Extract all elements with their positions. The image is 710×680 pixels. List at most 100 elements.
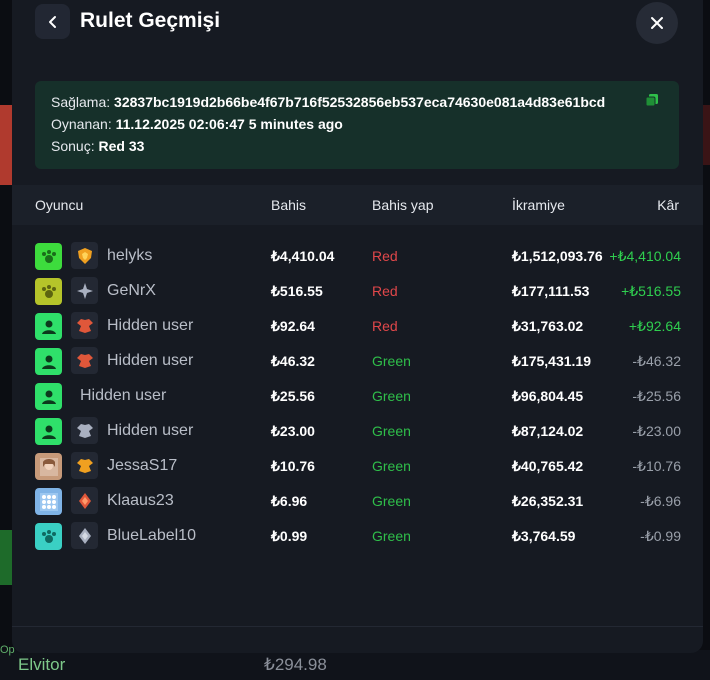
hash-label: Sağlama: bbox=[51, 94, 111, 110]
rank-badge bbox=[71, 417, 98, 444]
hash-value: 32837bc1919d2b66be4f67b716f52532856eb537… bbox=[114, 94, 606, 110]
profit-amount: -₺23.00 bbox=[632, 423, 681, 439]
table-row: Hidden user ₺25.56 Green ₺96,804.45 -₺25… bbox=[12, 378, 703, 413]
avatar[interactable] bbox=[35, 488, 62, 515]
rank-badge bbox=[71, 452, 98, 479]
prize-amount: ₺175,431.19 bbox=[512, 353, 591, 369]
username[interactable]: Hidden user bbox=[107, 422, 193, 440]
background-red-strip bbox=[0, 105, 12, 185]
avatar[interactable] bbox=[35, 243, 62, 270]
bet-amount: ₺25.56 bbox=[271, 388, 315, 404]
username[interactable]: helyks bbox=[107, 247, 152, 265]
copy-icon[interactable] bbox=[645, 93, 659, 107]
profit-amount: -₺6.96 bbox=[640, 493, 681, 509]
table-row: helyks ₺4,410.04 Red ₺1,512,093.76 +₺4,4… bbox=[12, 238, 703, 273]
bet-amount: ₺10.76 bbox=[271, 458, 315, 474]
bet-amount: ₺0.99 bbox=[271, 528, 308, 544]
prize-amount: ₺87,124.02 bbox=[512, 423, 584, 439]
bet-amount: ₺6.96 bbox=[271, 493, 308, 509]
username[interactable]: Hidden user bbox=[80, 387, 166, 405]
username[interactable]: BlueLabel10 bbox=[107, 527, 196, 545]
profit-amount: -₺10.76 bbox=[632, 458, 681, 474]
red-wing-icon bbox=[76, 318, 93, 333]
result-value: Red 33 bbox=[98, 138, 145, 154]
prize-amount: ₺3,764.59 bbox=[512, 528, 576, 544]
avatar[interactable] bbox=[35, 348, 62, 375]
username[interactable]: Hidden user bbox=[107, 317, 193, 335]
prize-amount: ₺26,352.31 bbox=[512, 493, 584, 509]
table-row: JessaS17 ₺10.76 Green ₺40,765.42 -₺10.76 bbox=[12, 448, 703, 483]
bet-choice: Green bbox=[372, 353, 411, 369]
prize-amount: ₺40,765.42 bbox=[512, 458, 584, 474]
modal-title: Rulet Geçmişi bbox=[80, 9, 221, 32]
background-amount: ₺294.98 bbox=[264, 655, 327, 674]
silver-wing-icon bbox=[76, 423, 93, 438]
paw-icon bbox=[41, 529, 56, 543]
close-button[interactable] bbox=[636, 2, 678, 44]
rank-badge bbox=[71, 347, 98, 374]
silver-star-icon bbox=[76, 282, 93, 299]
back-button[interactable] bbox=[35, 4, 70, 39]
bet-amount: ₺46.32 bbox=[271, 353, 315, 369]
result-row: Sonuç: Red 33 bbox=[51, 135, 663, 157]
avatar[interactable] bbox=[35, 418, 62, 445]
header-choice: Bahis yap bbox=[372, 197, 434, 213]
bet-amount: ₺4,410.04 bbox=[271, 248, 335, 264]
hidden-user-icon bbox=[41, 425, 56, 439]
played-row: Oynanan: 11.12.2025 02:06:47 5 minutes a… bbox=[51, 113, 663, 135]
bet-choice: Green bbox=[372, 423, 411, 439]
table-row: Hidden user ₺92.64 Red ₺31,763.02 +₺92.6… bbox=[12, 308, 703, 343]
table-row: BlueLabel10 ₺0.99 Green ₺3,764.59 -₺0.99 bbox=[12, 518, 703, 553]
bet-amount: ₺23.00 bbox=[271, 423, 315, 439]
avatar[interactable] bbox=[35, 313, 62, 340]
profit-amount: +₺4,410.04 bbox=[609, 248, 681, 264]
profit-amount: -₺25.56 bbox=[632, 388, 681, 404]
pattern-avatar-icon bbox=[39, 492, 58, 511]
bet-choice: Red bbox=[372, 283, 398, 299]
chevron-left-icon bbox=[48, 15, 56, 28]
avatar[interactable] bbox=[35, 278, 62, 305]
username[interactable]: JessaS17 bbox=[107, 457, 177, 475]
hash-row: Sağlama: 32837bc1919d2b66be4f67b716f5253… bbox=[51, 91, 663, 113]
bet-choice: Green bbox=[372, 388, 411, 404]
rank-badge bbox=[71, 277, 98, 304]
username[interactable]: Klaaus23 bbox=[107, 492, 174, 510]
avatar[interactable] bbox=[35, 383, 62, 410]
paw-icon bbox=[41, 249, 56, 263]
paw-icon bbox=[41, 284, 56, 298]
username[interactable]: GeNrX bbox=[107, 282, 156, 300]
hidden-user-icon bbox=[41, 320, 56, 334]
bet-choice: Green bbox=[372, 493, 411, 509]
profit-amount: +₺92.64 bbox=[628, 318, 681, 334]
table-row: GeNrX ₺516.55 Red ₺177,111.53 +₺516.55 bbox=[12, 273, 703, 308]
roulette-history-modal: Rulet Geçmişi Sağlama: 32837bc1919d2b66b… bbox=[12, 0, 703, 653]
prize-amount: ₺96,804.45 bbox=[512, 388, 584, 404]
bet-choice: Red bbox=[372, 318, 398, 334]
profit-amount: -₺0.99 bbox=[640, 528, 681, 544]
rank-badge bbox=[71, 242, 98, 269]
rank-badge bbox=[71, 522, 98, 549]
bet-choice: Red bbox=[372, 248, 398, 264]
red-diamond-icon bbox=[78, 492, 91, 509]
header-bet: Bahis bbox=[271, 197, 307, 213]
prize-amount: ₺177,111.53 bbox=[512, 283, 590, 299]
table-header: Oyuncu Bahis Bahis yap İkramiye Kâr bbox=[12, 185, 703, 225]
username[interactable]: Hidden user bbox=[107, 352, 193, 370]
close-icon bbox=[651, 17, 663, 29]
avatar[interactable] bbox=[35, 453, 62, 480]
header-player: Oyuncu bbox=[35, 197, 84, 213]
divider bbox=[12, 626, 703, 627]
bet-amount: ₺516.55 bbox=[271, 283, 323, 299]
avatar[interactable] bbox=[35, 523, 62, 550]
hidden-user-icon bbox=[41, 390, 56, 404]
prize-amount: ₺31,763.02 bbox=[512, 318, 584, 334]
background-bet-row: Op Elvitor ₺294.98 bbox=[0, 644, 710, 680]
bet-choice: Green bbox=[372, 528, 411, 544]
table-row: Hidden user ₺46.32 Green ₺175,431.19 -₺4… bbox=[12, 343, 703, 378]
modal-header: Rulet Geçmişi bbox=[12, 0, 703, 62]
bet-amount: ₺92.64 bbox=[271, 318, 315, 334]
background-player-name: Elvitor bbox=[18, 655, 66, 674]
prize-amount: ₺1,512,093.76 bbox=[512, 248, 603, 264]
header-profit: Kâr bbox=[657, 197, 679, 213]
played-value: 11.12.2025 02:06:47 5 minutes ago bbox=[115, 116, 343, 132]
